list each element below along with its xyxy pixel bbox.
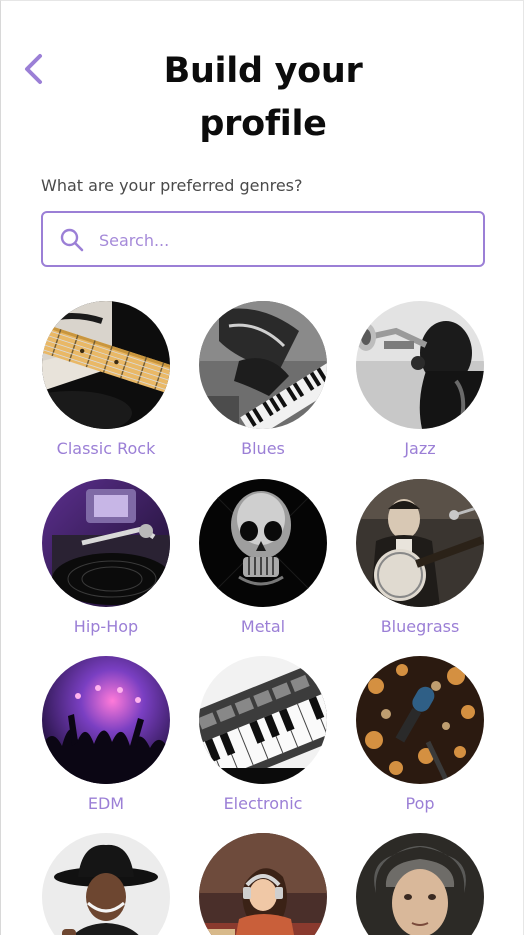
cowboy-hat-artist-image bbox=[42, 833, 170, 935]
page-title-line-2: profile bbox=[199, 104, 327, 144]
beethoven-portrait-image bbox=[356, 833, 484, 935]
genre-label: Jazz bbox=[404, 439, 436, 458]
genre-label: EDM bbox=[87, 794, 125, 813]
genre-label: Metal bbox=[240, 617, 286, 636]
genre-label: Electronic bbox=[223, 794, 303, 813]
genre-label: Blues bbox=[241, 439, 285, 458]
genre-tile-bluegrass[interactable]: Bluegrass bbox=[355, 479, 485, 636]
genre-tile-jazz[interactable]: Jazz bbox=[355, 301, 485, 458]
banjo-player-image bbox=[356, 479, 484, 607]
genre-tile-pop[interactable]: Pop bbox=[355, 656, 485, 813]
page-title-line-1: Build your bbox=[163, 51, 363, 91]
concert-crowd-image bbox=[42, 656, 170, 784]
genre-prompt: What are your preferred genres? bbox=[41, 176, 303, 195]
turntable-image bbox=[42, 479, 170, 607]
genre-tile-11[interactable] bbox=[198, 833, 328, 935]
trumpet-player-image bbox=[356, 301, 484, 429]
page-title: Build your profile bbox=[1, 45, 523, 151]
genre-label: Classic Rock bbox=[56, 439, 156, 458]
lofi-girl-image bbox=[199, 833, 327, 935]
search-icon bbox=[60, 228, 84, 252]
genre-tile-edm[interactable]: EDM bbox=[41, 656, 171, 813]
microphone-bokeh-image bbox=[356, 656, 484, 784]
screen: Build your profile What are your preferr… bbox=[0, 0, 524, 935]
genre-tile-10[interactable] bbox=[41, 833, 171, 935]
piano-player-image bbox=[199, 301, 327, 429]
genre-label: Pop bbox=[405, 794, 435, 813]
genre-tile-electronic[interactable]: Electronic bbox=[198, 656, 328, 813]
genre-tile-metal[interactable]: Metal bbox=[198, 479, 328, 636]
genre-tile-12[interactable] bbox=[355, 833, 485, 935]
electric-guitar-image bbox=[42, 301, 170, 429]
genre-tile-classic-rock[interactable]: Classic Rock bbox=[41, 301, 171, 458]
genre-label: Bluegrass bbox=[380, 617, 460, 636]
genre-label: Hip-Hop bbox=[73, 617, 139, 636]
synth-keyboard-image bbox=[199, 656, 327, 784]
search-box[interactable] bbox=[41, 211, 485, 267]
genre-tile-hip-hop[interactable]: Hip-Hop bbox=[41, 479, 171, 636]
search-input[interactable] bbox=[97, 221, 471, 259]
genre-tile-blues[interactable]: Blues bbox=[198, 301, 328, 458]
chrome-skull-image bbox=[199, 479, 327, 607]
